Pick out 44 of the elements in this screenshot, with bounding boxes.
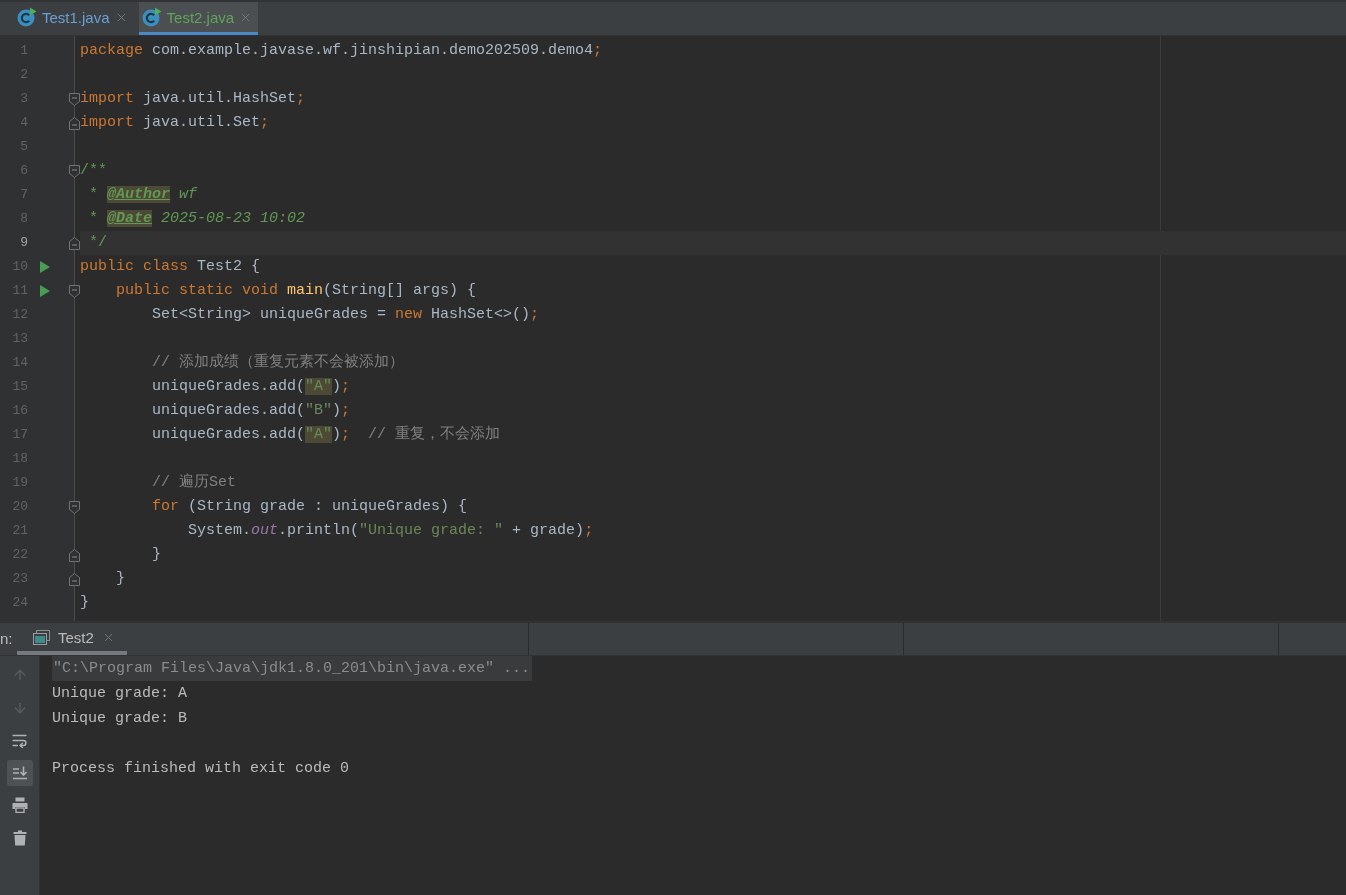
code-line: System.out.println("Unique grade: " + grade); bbox=[188, 522, 594, 539]
fold-icon[interactable] bbox=[68, 548, 80, 562]
scroll-to-end-icon bbox=[11, 764, 28, 781]
code-line: // 遍历Set bbox=[152, 474, 237, 491]
exit-message: Process finished with exit code 0 bbox=[52, 759, 350, 779]
class-file-icon bbox=[141, 7, 162, 27]
fold-icon[interactable] bbox=[68, 284, 80, 298]
code-line: * @Date 2025-08-23 10:02 bbox=[89, 210, 306, 227]
run-icon[interactable] bbox=[40, 261, 50, 273]
code-line: */ bbox=[89, 234, 108, 251]
class-file-icon bbox=[17, 7, 37, 27]
file-tab[interactable]: Test1.java bbox=[14, 2, 134, 35]
code-line: uniqueGrades.add("A"); // 重复，不会添加 bbox=[152, 426, 501, 443]
fold-icon[interactable] bbox=[68, 164, 80, 178]
fold-icon[interactable] bbox=[68, 116, 80, 130]
code-line: public class Test2 { bbox=[80, 258, 261, 275]
code-line: for (String grade : uniqueGrades) { bbox=[152, 498, 468, 515]
line-number: 9 bbox=[19, 234, 28, 252]
code-line: uniqueGrades.add("A"); bbox=[152, 378, 351, 395]
fold-icon[interactable] bbox=[68, 500, 80, 514]
code-line: * @Author wf bbox=[89, 186, 198, 203]
code-line: // 添加成绩（重复元素不会被添加） bbox=[152, 354, 405, 371]
code-line: public static void main(String[] args) { bbox=[116, 282, 477, 299]
console-output: Unique grade: B bbox=[52, 709, 188, 729]
code-line: Set<String> uniqueGrades = new HashSet<>(); bbox=[152, 306, 540, 323]
code-line: } bbox=[80, 594, 89, 611]
code-line: /** bbox=[80, 162, 107, 179]
scroll-to-end-button[interactable] bbox=[6, 759, 33, 786]
code-line: } bbox=[152, 546, 162, 563]
run-label: n: bbox=[0, 629, 14, 649]
printer-icon bbox=[11, 797, 28, 813]
file-tab[interactable]: Test2.java bbox=[138, 2, 259, 35]
console-output: Unique grade: A bbox=[52, 684, 188, 704]
code-line: import java.util.HashSet; bbox=[80, 90, 306, 107]
trash-icon bbox=[12, 829, 27, 846]
fold-icon[interactable] bbox=[68, 92, 80, 106]
code-line: package com.example.javase.wf.jinshipian.demo202509.demo4; bbox=[80, 42, 603, 59]
code-line: import java.util.Set; bbox=[80, 114, 270, 131]
code-line: uniqueGrades.add("B"); bbox=[152, 402, 351, 419]
fold-icon[interactable] bbox=[68, 572, 80, 586]
run-icon[interactable] bbox=[40, 285, 50, 297]
console-icon bbox=[33, 629, 50, 645]
fold-icon[interactable] bbox=[68, 236, 80, 250]
code-line: } bbox=[116, 570, 126, 587]
